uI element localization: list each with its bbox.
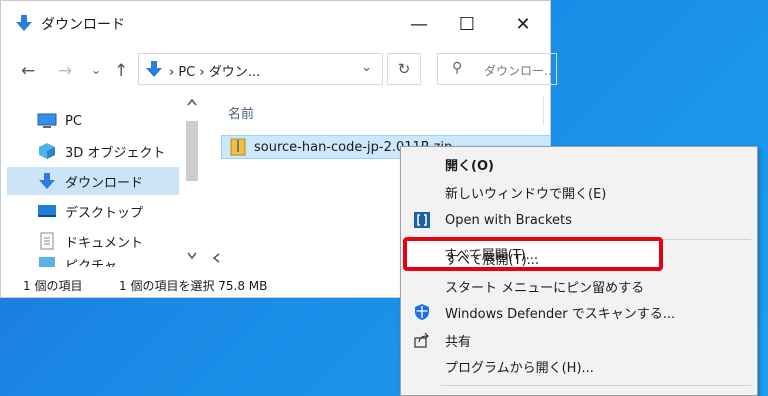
- 3d-objects-icon: [37, 142, 57, 160]
- nav-item-label: ピクチャ: [65, 259, 117, 267]
- zip-folder-icon: [230, 138, 246, 156]
- close-button[interactable]: ✕: [501, 9, 545, 39]
- chevron-down-icon[interactable]: ⌄: [361, 60, 372, 75]
- title-bar[interactable]: ダウンロード — ☐ ✕: [1, 1, 550, 45]
- nav-item-label: ドキュメント: [65, 235, 144, 251]
- menu-separator: [441, 385, 751, 386]
- share-icon: [413, 331, 431, 349]
- window-title: ダウンロード: [41, 17, 125, 33]
- context-menu: 開く(O) 新しいウィンドウで開く(E) Open with Brackets …: [400, 146, 758, 396]
- documents-icon: [37, 232, 57, 250]
- column-divider: [543, 95, 544, 125]
- up-button[interactable]: ↑: [114, 61, 128, 81]
- menu-item-open-new-window[interactable]: 新しいウィンドウで開く(E): [401, 179, 757, 205]
- status-item-count: 1 個の項目: [23, 279, 83, 293]
- nav-item-label: PC: [65, 113, 82, 129]
- menu-item-label: 共有: [445, 334, 472, 350]
- nav-item-3d-objects[interactable]: 3D オブジェクト: [7, 137, 179, 165]
- menu-item-label: Windows Defender でスキャンする...: [445, 306, 676, 322]
- minimize-button[interactable]: —: [397, 9, 441, 39]
- menu-item-share[interactable]: 共有: [401, 327, 757, 353]
- menu-item-open-with[interactable]: プログラムから開く(H)...: [401, 353, 757, 379]
- nav-item-downloads[interactable]: ダウンロード: [7, 167, 179, 195]
- search-placeholder: ダウンロー...: [484, 64, 556, 78]
- refresh-button[interactable]: ↻: [387, 53, 421, 85]
- menu-item-label: Open with Brackets: [445, 212, 572, 228]
- menu-item-label: 新しいウィンドウで開く(E): [445, 186, 607, 202]
- menu-item-label: 開く(O): [445, 158, 494, 174]
- menu-item-pin-to-start[interactable]: スタート メニューにピン留めする: [401, 273, 757, 299]
- download-arrow-icon: [146, 61, 162, 77]
- forward-button[interactable]: →: [58, 61, 72, 81]
- nav-item-label: デスクトップ: [65, 205, 144, 221]
- menu-item-label: プログラムから開く(H)...: [445, 360, 594, 376]
- pictures-icon: [37, 255, 57, 267]
- menu-item-label: すべて展開(T)...: [445, 252, 540, 268]
- nav-item-desktop[interactable]: デスクトップ: [7, 197, 179, 225]
- recent-locations-button[interactable]: ⌄: [91, 63, 101, 77]
- desktop-icon: [37, 202, 57, 220]
- nav-pane-scrollbar[interactable]: [183, 93, 201, 268]
- nav-item-pc[interactable]: PC: [7, 107, 179, 135]
- nav-item-pictures[interactable]: ピクチャ: [7, 255, 179, 267]
- search-input[interactable]: ⚲ ダウンロー...: [437, 53, 557, 85]
- address-path: › PC › ダウン...: [169, 65, 261, 80]
- menu-item-open-with-brackets[interactable]: Open with Brackets: [401, 207, 757, 233]
- back-button[interactable]: ←: [21, 61, 35, 81]
- menu-item-open[interactable]: 開く(O): [401, 151, 757, 177]
- nav-item-label: ダウンロード: [65, 175, 144, 191]
- download-folder-icon: [37, 172, 57, 190]
- maximize-button[interactable]: ☐: [445, 9, 489, 39]
- address-bar-row: ← → ⌄ ↑ › PC › ダウン... ⌄ ↻ ⚲ ダウンロー...: [1, 51, 557, 91]
- navigation-pane: PC 3D オブジェクト ダウンロード デスクトップ ドキュメント ピクチャ: [1, 93, 201, 268]
- address-box[interactable]: › PC › ダウン... ⌄: [138, 53, 383, 85]
- download-arrow-icon: [16, 15, 32, 31]
- nav-item-documents[interactable]: ドキュメント: [7, 227, 179, 255]
- menu-item-defender-scan[interactable]: Windows Defender でスキャンする...: [401, 299, 757, 325]
- pc-icon: [37, 112, 57, 130]
- brackets-icon: [413, 211, 431, 229]
- menu-item-label: スタート メニューにピン留めする: [445, 280, 645, 296]
- search-icon: ⚲: [452, 60, 463, 76]
- nav-item-label: 3D オブジェクト: [65, 145, 166, 161]
- status-selection: 1 個の項目を選択 75.8 MB: [119, 279, 268, 293]
- column-header-name[interactable]: 名前: [228, 103, 254, 122]
- shield-icon: [413, 303, 431, 321]
